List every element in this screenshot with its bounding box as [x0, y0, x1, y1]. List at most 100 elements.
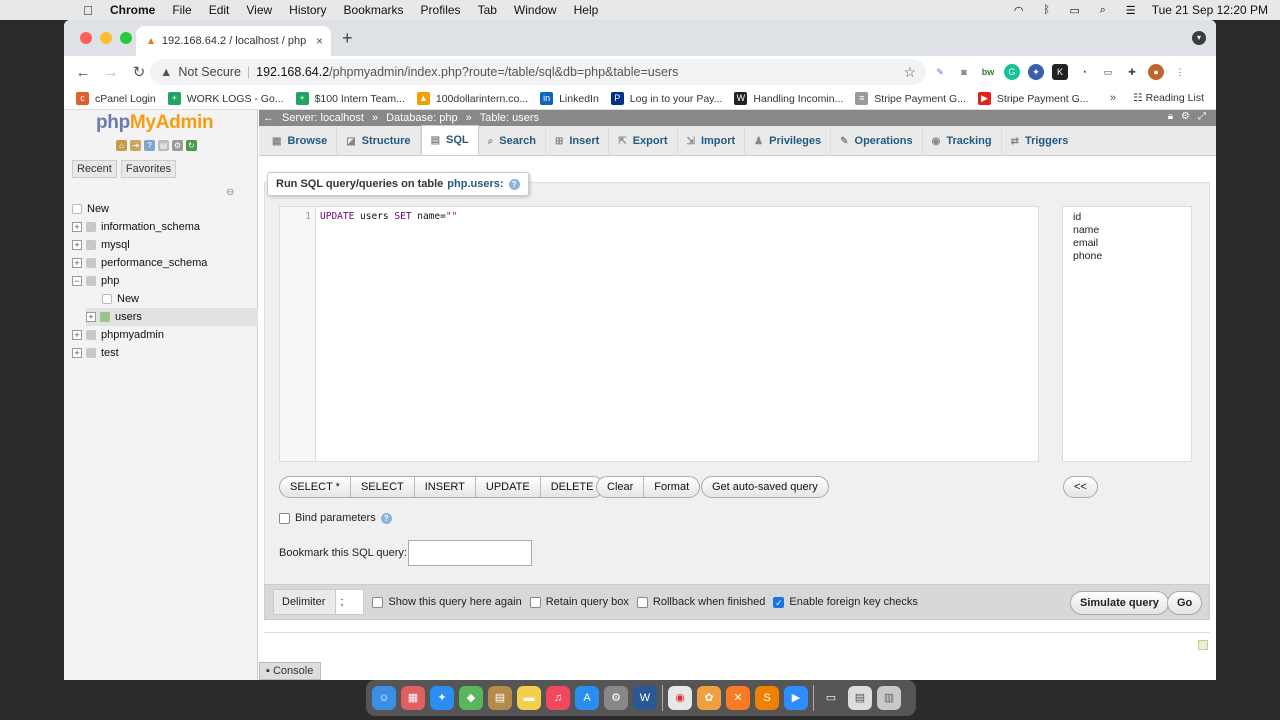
checkbox[interactable] — [636, 596, 648, 608]
menu-window[interactable]: Window — [514, 3, 557, 17]
close-tab-icon[interactable]: × — [316, 34, 323, 48]
breadcrumb-server[interactable]: Server: localhost — [282, 112, 364, 124]
maximize-icon[interactable]: ⤢ — [1198, 111, 1206, 122]
column-item[interactable]: phone — [1073, 250, 1181, 263]
delete-button[interactable]: DELETE — [541, 477, 604, 497]
rocket-extension-icon[interactable]: ✦ — [1028, 64, 1044, 80]
insert-button[interactable]: INSERT — [415, 477, 476, 497]
column-item[interactable]: email — [1073, 237, 1181, 250]
word-icon[interactable]: W — [633, 686, 657, 710]
bookmark-input[interactable] — [407, 540, 532, 566]
finder-icon[interactable]: ☺ — [372, 686, 396, 710]
bookmark-item[interactable]: + WORK LOGS - Go... — [167, 92, 284, 105]
new-tab-icon[interactable]: + — [342, 28, 353, 49]
bookmark-item[interactable]: ▶ Stripe Payment G... — [977, 92, 1089, 105]
chrome-icon[interactable]: ◉ — [668, 686, 692, 710]
expand-icon[interactable]: + — [72, 222, 82, 232]
checkbox[interactable] — [529, 596, 541, 608]
pen-extension-icon[interactable]: ✎ — [932, 64, 948, 80]
bookmarks-overflow[interactable]: » — [1110, 92, 1116, 104]
help-icon[interactable]: ? — [508, 178, 520, 190]
document-icon[interactable]: ▤ — [848, 686, 872, 710]
tree-db-performance-schema[interactable]: + performance_schema — [72, 254, 207, 272]
tree-php-new[interactable]: New — [102, 290, 139, 308]
gear-icon[interactable]: ⚙ — [1181, 111, 1190, 122]
delimiter-input[interactable]: ; — [335, 590, 364, 614]
expand-icon[interactable]: + — [86, 312, 96, 322]
expand-icon[interactable]: + — [72, 348, 82, 358]
help-icon[interactable]: ? — [144, 140, 155, 151]
menu-profiles[interactable]: Profiles — [421, 3, 461, 17]
option-rollback[interactable]: Rollback when finished — [636, 596, 765, 608]
pma-logo[interactable]: phpMyAdmin — [96, 112, 214, 134]
update-button[interactable]: UPDATE — [476, 477, 541, 497]
tree-db-php[interactable]: − php — [72, 272, 119, 290]
control-center-icon[interactable]: ☰ — [1124, 4, 1138, 17]
minimize-window-button[interactable] — [100, 32, 112, 44]
format-button[interactable]: Format — [644, 477, 699, 497]
tab-insert[interactable]: ⊞ Insert — [546, 127, 610, 155]
menu-bookmarks[interactable]: Bookmarks — [344, 3, 404, 17]
logout-icon[interactable]: ⇥ — [130, 140, 141, 151]
k-extension-icon[interactable]: K — [1052, 64, 1068, 80]
bookmark-item[interactable]: ≡ Stripe Payment G... — [855, 92, 966, 105]
collapse-icon[interactable]: − — [72, 276, 82, 286]
forward-icon[interactable]: → — [98, 64, 124, 81]
trash-icon[interactable]: ▥ — [877, 686, 901, 710]
clock-extension-icon[interactable]: ◔ — [1076, 64, 1092, 80]
bind-parameters-checkbox[interactable] — [279, 512, 290, 524]
note-icon[interactable] — [1198, 640, 1208, 650]
apple-icon[interactable]:  — [80, 3, 96, 18]
zoom-icon[interactable]: ▶ — [784, 686, 808, 710]
tab-operations[interactable]: ✎ Operations — [831, 127, 923, 155]
address-bar[interactable]: ▲ Not Secure | 192.168.64.2/phpmyadmin/i… — [150, 59, 926, 85]
console-toggle[interactable]: ▪ Console — [259, 662, 321, 680]
column-list[interactable]: id name email phone — [1062, 206, 1192, 462]
reload-icon[interactable]: ↻ — [126, 63, 152, 81]
recent-tab[interactable]: Recent — [72, 160, 117, 178]
camera-extension-icon[interactable]: ◙ — [956, 64, 972, 80]
option-show-query[interactable]: Show this query here again — [372, 596, 522, 608]
select-button[interactable]: SELECT — [351, 477, 415, 497]
launchpad-icon[interactable]: ▦ — [401, 686, 425, 710]
cast-extension-icon[interactable]: ▭ — [1100, 64, 1116, 80]
maps-icon[interactable]: ◆ — [459, 686, 483, 710]
option-retain-query-box[interactable]: Retain query box — [529, 596, 629, 608]
reload-nav-icon[interactable]: ↻ — [186, 140, 197, 151]
tab-structure[interactable]: ◪ Structure — [337, 127, 421, 155]
menu-tab[interactable]: Tab — [478, 3, 497, 17]
expand-icon[interactable]: + — [72, 330, 82, 340]
home-icon[interactable]: ⌂ — [116, 140, 127, 151]
checkbox[interactable] — [372, 596, 384, 608]
bookmark-item[interactable]: c cPanel Login — [76, 92, 156, 105]
lock-icon[interactable]: 🔒︎ — [1168, 111, 1173, 122]
tree-new[interactable]: New — [72, 200, 109, 218]
wifi-icon[interactable]: ◠ — [1012, 4, 1026, 17]
docs-icon[interactable]: ▤ — [158, 140, 169, 151]
simulate-query-button[interactable]: Simulate query — [1070, 591, 1169, 615]
safari-icon[interactable]: ✦ — [430, 686, 454, 710]
menu-help[interactable]: Help — [574, 3, 599, 17]
profile-avatar[interactable]: ● — [1148, 64, 1164, 80]
settings-icon[interactable]: ⚙ — [172, 140, 183, 151]
menu-app[interactable]: Chrome — [110, 3, 155, 17]
notes-icon[interactable]: ▬ — [517, 686, 541, 710]
battery-icon[interactable]: ▭ — [1068, 4, 1082, 17]
legend-table[interactable]: php.users: — [447, 178, 503, 190]
bookmark-item[interactable]: in LinkedIn — [540, 92, 599, 105]
sql-editor[interactable]: 1 UPDATE users SET name="" — [279, 206, 1039, 462]
url-text[interactable]: 192.168.64.2/phpmyadmin/index.php?route=… — [256, 65, 678, 79]
breadcrumb-database[interactable]: Database: php — [386, 112, 458, 124]
xampp-icon[interactable]: ✕ — [726, 686, 750, 710]
menu-edit[interactable]: Edit — [209, 3, 230, 17]
collapse-nav-icon[interactable]: ← — [263, 112, 274, 124]
bookmark-item[interactable]: + $100 Intern Team... — [295, 92, 405, 105]
column-item[interactable]: id — [1073, 211, 1181, 224]
system-preferences-icon[interactable]: ⚙ — [604, 686, 628, 710]
back-icon[interactable]: ← — [70, 64, 96, 81]
bluetooth-icon[interactable]: ᛒ — [1040, 4, 1054, 16]
notes-app-icon[interactable]: ▤ — [488, 686, 512, 710]
select-star-button[interactable]: SELECT * — [280, 477, 351, 497]
clear-button[interactable]: Clear — [597, 477, 645, 497]
close-window-button[interactable] — [80, 32, 92, 44]
